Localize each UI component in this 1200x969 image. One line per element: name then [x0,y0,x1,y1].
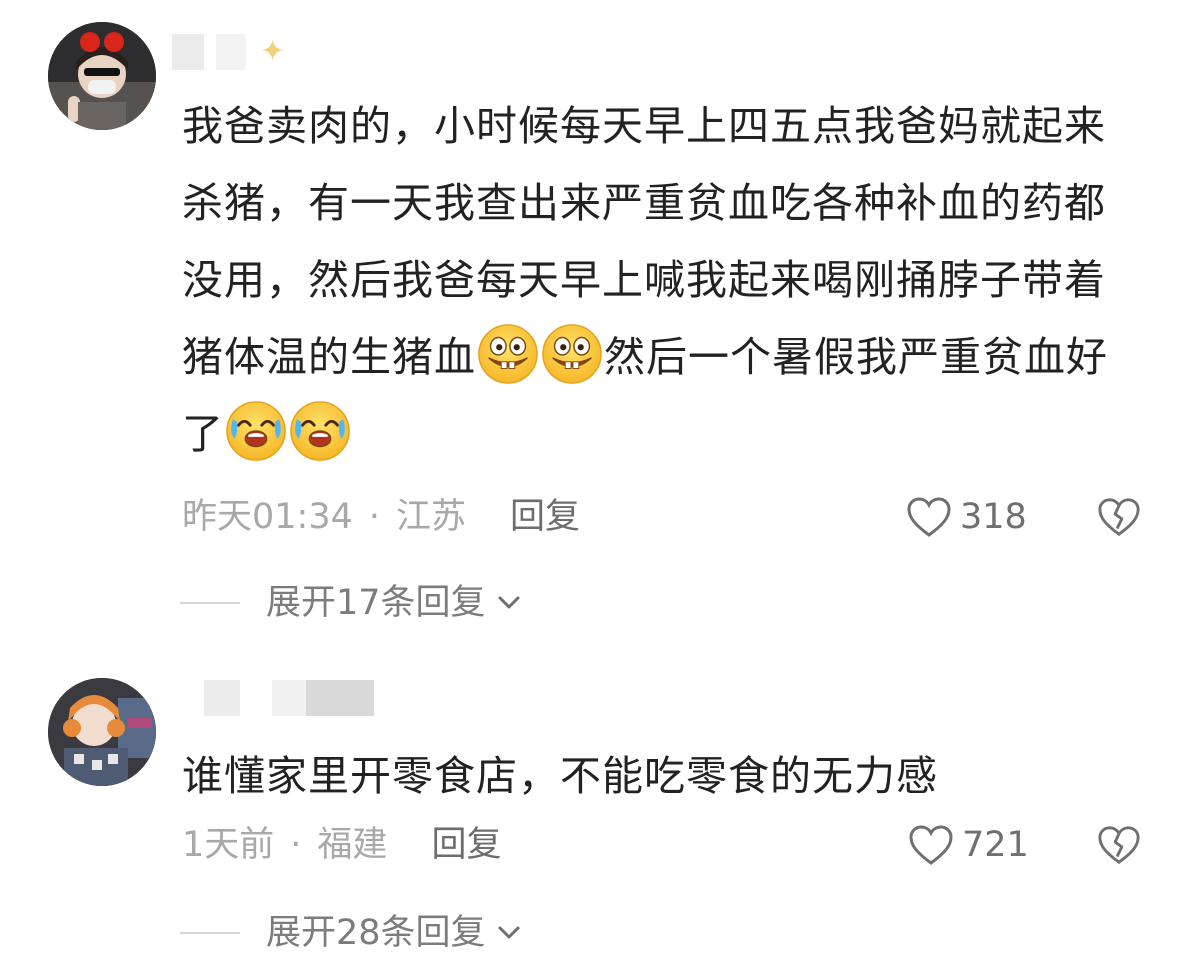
avatar[interactable] [48,22,156,130]
like-button[interactable]: 318 [906,492,1027,542]
separator: · [290,825,302,865]
username-blurred[interactable] [172,680,382,716]
chevron-down-icon [498,596,520,609]
crying-laughing-emoji-icon [289,400,351,462]
reply-button[interactable]: 回复 [510,497,580,537]
username-blurred[interactable]: ✦ [172,34,302,70]
expand-replies-label: 展开17条回复 [266,583,486,623]
expand-replies-label: 展开28条回复 [266,913,486,953]
expand-replies-button[interactable]: 展开17条回复 [180,578,524,628]
crying-laughing-emoji-icon [225,400,287,462]
expand-replies-button[interactable]: 展开28条回复 [180,908,524,958]
comment-item: 谁懂家里开零食店，不能吃零食的无力感 1天前 · 福建 回复 721 展开28条回复 [0,660,1200,969]
broken-heart-icon[interactable] [1097,823,1141,867]
timestamp: 昨天01:34 [182,497,353,537]
divider-line [180,932,240,934]
comment-text: 谁懂家里开零食店，不能吃零食的无力感 [182,752,938,800]
location: 江苏 [396,497,467,537]
location: 福建 [317,825,388,865]
grinning-teeth-emoji-icon [477,323,539,385]
divider-line [180,602,240,604]
comment-meta: 1天前 · 福建 回复 [182,820,501,870]
heart-icon [907,497,951,537]
comment-meta: 昨天01:34 · 江苏 回复 [182,492,580,542]
broken-heart-icon[interactable] [1097,495,1141,539]
sparkle-icon: ✦ [260,34,286,69]
comment-item: ✦ 我爸卖肉的，小时候每天早上四五点我爸妈就起来杀猪，有一天我查出来严重贫血吃各… [0,0,1200,640]
comment-text: 我爸卖肉的，小时候每天早上四五点我爸妈就起来杀猪，有一天我查出来严重贫血吃各种补… [182,88,1142,473]
grinning-teeth-emoji-icon [541,323,603,385]
avatar[interactable] [48,678,156,786]
heart-icon [909,825,953,865]
like-count: 318 [960,497,1027,537]
like-count: 721 [962,825,1029,865]
separator: · [368,497,381,537]
reply-button[interactable]: 回复 [431,825,501,865]
like-button[interactable]: 721 [908,820,1029,870]
chevron-down-icon [498,926,520,939]
timestamp: 1天前 [182,825,275,865]
